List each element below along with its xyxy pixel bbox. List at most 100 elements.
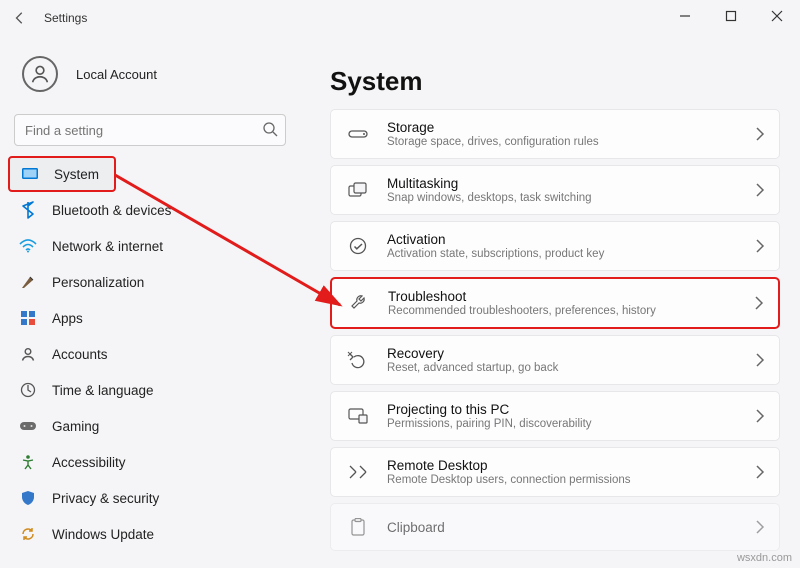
search-icon (262, 121, 278, 137)
sidebar-item-network[interactable]: Network & internet (8, 228, 292, 264)
storage-icon (345, 121, 371, 147)
chevron-right-icon (755, 127, 765, 141)
chevron-right-icon (755, 183, 765, 197)
watermark: wsxdn.com (737, 552, 792, 564)
maximize-button[interactable] (708, 0, 754, 32)
back-button[interactable] (8, 6, 32, 30)
sidebar-item-label: Accessibility (52, 455, 126, 470)
sidebar-item-privacy[interactable]: Privacy & security (8, 480, 292, 516)
card-activation[interactable]: Activation Activation state, subscriptio… (330, 221, 780, 271)
nav-list: System Bluetooth & devices Network & int… (8, 156, 292, 552)
sidebar-item-windows-update[interactable]: Windows Update (8, 516, 292, 552)
card-title: Storage (387, 120, 755, 135)
sidebar-item-personalization[interactable]: Personalization (8, 264, 292, 300)
card-text: Projecting to this PC Permissions, pairi… (387, 402, 755, 430)
sidebar-item-label: Network & internet (52, 239, 163, 254)
card-desc: Storage space, drives, configuration rul… (387, 136, 755, 148)
sidebar-item-label: Time & language (52, 383, 154, 398)
card-clipboard[interactable]: Clipboard (330, 503, 780, 551)
sidebar-item-label: Bluetooth & devices (52, 203, 171, 218)
settings-window: Settings Local Account System (0, 0, 800, 568)
personalization-icon (18, 272, 38, 292)
card-title: Recovery (387, 346, 755, 361)
bluetooth-icon (18, 200, 38, 220)
windows-update-icon (18, 524, 38, 544)
gaming-icon (18, 416, 38, 436)
chevron-right-icon (755, 353, 765, 367)
chevron-right-icon (755, 520, 765, 534)
troubleshoot-icon (346, 290, 372, 316)
apps-icon (18, 308, 38, 328)
card-text: Activation Activation state, subscriptio… (387, 232, 755, 260)
activation-icon (345, 233, 371, 259)
card-troubleshoot[interactable]: Troubleshoot Recommended troubleshooters… (330, 277, 780, 329)
card-storage[interactable]: Storage Storage space, drives, configura… (330, 109, 780, 159)
remote-desktop-icon (345, 459, 371, 485)
card-desc: Permissions, pairing PIN, discoverabilit… (387, 418, 755, 430)
chevron-right-icon (754, 296, 764, 310)
account-label: Local Account (76, 67, 157, 82)
sidebar-item-label: Privacy & security (52, 491, 159, 506)
card-desc: Recommended troubleshooters, preferences… (388, 305, 754, 317)
accounts-icon (18, 344, 38, 364)
app-title: Settings (44, 11, 87, 25)
card-desc: Activation state, subscriptions, product… (387, 248, 755, 260)
card-recovery[interactable]: Recovery Reset, advanced startup, go bac… (330, 335, 780, 385)
close-button[interactable] (754, 0, 800, 32)
card-title: Remote Desktop (387, 458, 755, 473)
accessibility-icon (18, 452, 38, 472)
sidebar-item-label: Gaming (52, 419, 99, 434)
projecting-icon (345, 403, 371, 429)
card-text: Recovery Reset, advanced startup, go bac… (387, 346, 755, 374)
card-multitasking[interactable]: Multitasking Snap windows, desktops, tas… (330, 165, 780, 215)
sidebar-item-bluetooth[interactable]: Bluetooth & devices (8, 192, 292, 228)
recovery-icon (345, 347, 371, 373)
card-title: Activation (387, 232, 755, 247)
card-text: Troubleshoot Recommended troubleshooters… (388, 289, 754, 317)
card-text: Clipboard (387, 520, 755, 535)
card-remote-desktop[interactable]: Remote Desktop Remote Desktop users, con… (330, 447, 780, 497)
sidebar-item-label: Apps (52, 311, 83, 326)
sidebar-item-label: System (54, 167, 99, 182)
card-desc: Reset, advanced startup, go back (387, 362, 755, 374)
card-title: Clipboard (387, 520, 755, 535)
chevron-right-icon (755, 239, 765, 253)
titlebar: Settings (0, 0, 800, 36)
network-icon (18, 236, 38, 256)
card-title: Troubleshoot (388, 289, 754, 304)
card-desc: Snap windows, desktops, task switching (387, 192, 755, 204)
sidebar-item-system[interactable]: System (8, 156, 116, 192)
privacy-icon (18, 488, 38, 508)
card-title: Projecting to this PC (387, 402, 755, 417)
sidebar-item-label: Personalization (52, 275, 144, 290)
card-desc: Remote Desktop users, connection permiss… (387, 474, 755, 486)
card-projecting[interactable]: Projecting to this PC Permissions, pairi… (330, 391, 780, 441)
main-panel: System Storage Storage space, drives, co… (300, 36, 800, 568)
sidebar-item-apps[interactable]: Apps (8, 300, 292, 336)
minimize-button[interactable] (662, 0, 708, 32)
settings-cards: Storage Storage space, drives, configura… (330, 109, 780, 551)
account-header[interactable]: Local Account (8, 48, 292, 108)
sidebar: Local Account System Bluetooth & devices… (0, 36, 300, 568)
sidebar-item-time-language[interactable]: Time & language (8, 372, 292, 408)
multitasking-icon (345, 177, 371, 203)
sidebar-item-accounts[interactable]: Accounts (8, 336, 292, 372)
search-box (14, 114, 286, 146)
sidebar-item-label: Windows Update (52, 527, 154, 542)
sidebar-item-gaming[interactable]: Gaming (8, 408, 292, 444)
page-title: System (330, 66, 780, 97)
card-text: Multitasking Snap windows, desktops, tas… (387, 176, 755, 204)
sidebar-item-label: Accounts (52, 347, 108, 362)
clipboard-icon (345, 514, 371, 540)
search-input[interactable] (14, 114, 286, 146)
chevron-right-icon (755, 465, 765, 479)
card-text: Storage Storage space, drives, configura… (387, 120, 755, 148)
card-title: Multitasking (387, 176, 755, 191)
window-controls (662, 0, 800, 32)
sidebar-item-accessibility[interactable]: Accessibility (8, 444, 292, 480)
avatar (22, 56, 58, 92)
content-area: Local Account System Bluetooth & devices… (0, 36, 800, 568)
system-icon (20, 164, 40, 184)
card-text: Remote Desktop Remote Desktop users, con… (387, 458, 755, 486)
time-language-icon (18, 380, 38, 400)
